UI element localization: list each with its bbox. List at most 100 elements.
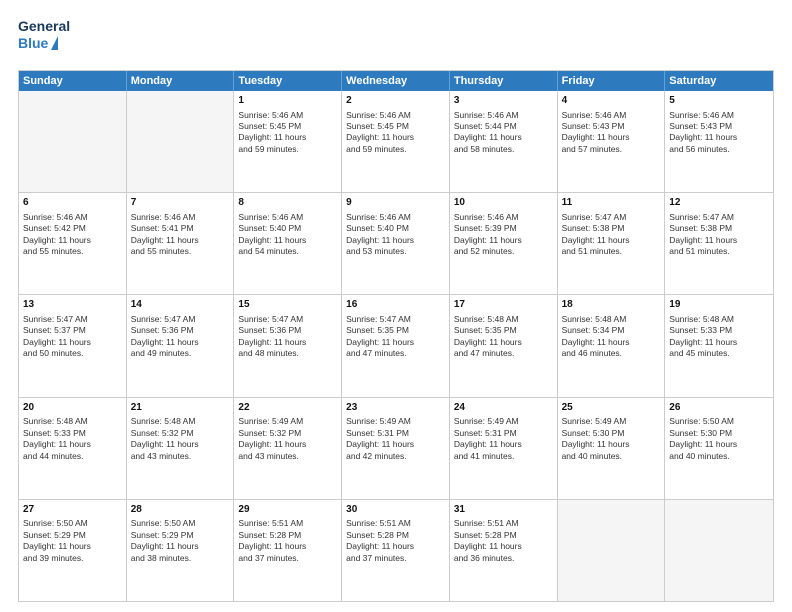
calendar-body: 1Sunrise: 5:46 AMSunset: 5:45 PMDaylight… <box>19 91 773 601</box>
day-info: and 55 minutes. <box>131 246 230 257</box>
logo: General Blue <box>18 18 70 62</box>
header: General Blue <box>18 18 774 62</box>
day-info: and 50 minutes. <box>23 348 122 359</box>
day-info: Daylight: 11 hours <box>23 541 122 552</box>
day-info: and 59 minutes. <box>238 144 337 155</box>
day-info: and 48 minutes. <box>238 348 337 359</box>
day-info: Daylight: 11 hours <box>669 337 769 348</box>
day-info: and 58 minutes. <box>454 144 553 155</box>
day-info: and 45 minutes. <box>669 348 769 359</box>
header-day: Saturday <box>665 71 773 91</box>
day-info: Daylight: 11 hours <box>454 337 553 348</box>
calendar-cell: 20Sunrise: 5:48 AMSunset: 5:33 PMDayligh… <box>19 398 127 499</box>
day-number: 25 <box>562 401 661 415</box>
day-info: and 49 minutes. <box>131 348 230 359</box>
day-info: Sunset: 5:41 PM <box>131 223 230 234</box>
header-day: Friday <box>558 71 666 91</box>
day-info: Sunset: 5:44 PM <box>454 121 553 132</box>
day-info: Sunrise: 5:48 AM <box>454 314 553 325</box>
day-info: and 47 minutes. <box>454 348 553 359</box>
day-info: Sunrise: 5:48 AM <box>23 416 122 427</box>
day-info: Sunrise: 5:49 AM <box>562 416 661 427</box>
day-number: 7 <box>131 196 230 210</box>
day-info: Sunset: 5:32 PM <box>238 428 337 439</box>
day-info: Daylight: 11 hours <box>346 439 445 450</box>
day-info: and 43 minutes. <box>131 451 230 462</box>
calendar-cell: 30Sunrise: 5:51 AMSunset: 5:28 PMDayligh… <box>342 500 450 601</box>
calendar-cell: 16Sunrise: 5:47 AMSunset: 5:35 PMDayligh… <box>342 295 450 396</box>
calendar-cell: 10Sunrise: 5:46 AMSunset: 5:39 PMDayligh… <box>450 193 558 294</box>
day-info: Daylight: 11 hours <box>23 337 122 348</box>
day-info: Sunset: 5:36 PM <box>238 325 337 336</box>
header-day: Tuesday <box>234 71 342 91</box>
day-info: Sunset: 5:34 PM <box>562 325 661 336</box>
day-info: Sunrise: 5:46 AM <box>238 212 337 223</box>
day-info: Sunrise: 5:47 AM <box>669 212 769 223</box>
day-info: Sunrise: 5:46 AM <box>454 110 553 121</box>
day-info: and 56 minutes. <box>669 144 769 155</box>
day-info: Daylight: 11 hours <box>346 235 445 246</box>
day-info: Sunrise: 5:47 AM <box>131 314 230 325</box>
day-info: Sunrise: 5:50 AM <box>131 518 230 529</box>
header-day: Sunday <box>19 71 127 91</box>
page: General Blue SundayMondayTuesdayWednesda… <box>0 0 792 612</box>
day-info: Sunset: 5:40 PM <box>238 223 337 234</box>
calendar-cell: 12Sunrise: 5:47 AMSunset: 5:38 PMDayligh… <box>665 193 773 294</box>
day-info: and 41 minutes. <box>454 451 553 462</box>
day-info: Sunset: 5:43 PM <box>562 121 661 132</box>
day-info: Sunset: 5:31 PM <box>454 428 553 439</box>
calendar-cell: 9 Sunrise: 5:46 AMSunset: 5:40 PMDaylight… <box>342 193 450 294</box>
day-info: Sunset: 5:36 PM <box>131 325 230 336</box>
day-info: Sunset: 5:39 PM <box>454 223 553 234</box>
day-info: and 55 minutes. <box>23 246 122 257</box>
day-info: Sunset: 5:30 PM <box>562 428 661 439</box>
day-info: Sunrise: 5:51 AM <box>238 518 337 529</box>
day-number: 6 <box>23 196 122 210</box>
day-number: 28 <box>131 503 230 517</box>
day-info: Daylight: 11 hours <box>346 132 445 143</box>
day-info: Daylight: 11 hours <box>238 541 337 552</box>
day-number: 10 <box>454 196 553 210</box>
day-info: Sunrise: 5:47 AM <box>346 314 445 325</box>
day-info: Sunrise: 5:46 AM <box>131 212 230 223</box>
day-info: Sunset: 5:40 PM <box>346 223 445 234</box>
day-info: Daylight: 11 hours <box>669 235 769 246</box>
day-info: Sunset: 5:32 PM <box>131 428 230 439</box>
day-info: and 46 minutes. <box>562 348 661 359</box>
day-number: 11 <box>562 196 661 210</box>
day-info: Sunset: 5:33 PM <box>23 428 122 439</box>
day-number: 9 <box>346 196 445 210</box>
day-info: and 51 minutes. <box>669 246 769 257</box>
calendar-cell: 2Sunrise: 5:46 AMSunset: 5:45 PMDaylight… <box>342 91 450 192</box>
day-info: Sunrise: 5:48 AM <box>669 314 769 325</box>
day-info: Daylight: 11 hours <box>131 541 230 552</box>
day-number: 12 <box>669 196 769 210</box>
day-info: Sunrise: 5:49 AM <box>454 416 553 427</box>
calendar-cell: 27Sunrise: 5:50 AMSunset: 5:29 PMDayligh… <box>19 500 127 601</box>
day-info: Daylight: 11 hours <box>238 132 337 143</box>
day-info: Daylight: 11 hours <box>562 337 661 348</box>
day-info: Sunrise: 5:47 AM <box>562 212 661 223</box>
day-info: Sunset: 5:43 PM <box>669 121 769 132</box>
day-info: Sunrise: 5:51 AM <box>454 518 553 529</box>
day-info: and 36 minutes. <box>454 553 553 564</box>
day-info: and 44 minutes. <box>23 451 122 462</box>
day-info: and 47 minutes. <box>346 348 445 359</box>
day-number: 21 <box>131 401 230 415</box>
calendar: SundayMondayTuesdayWednesdayThursdayFrid… <box>18 70 774 602</box>
day-info: Sunset: 5:29 PM <box>131 530 230 541</box>
calendar-week: 6Sunrise: 5:46 AMSunset: 5:42 PMDaylight… <box>19 192 773 294</box>
day-number: 13 <box>23 298 122 312</box>
day-number: 4 <box>562 94 661 108</box>
day-info: Sunrise: 5:46 AM <box>346 212 445 223</box>
day-number: 31 <box>454 503 553 517</box>
day-info: Sunset: 5:30 PM <box>669 428 769 439</box>
day-info: Sunrise: 5:47 AM <box>238 314 337 325</box>
day-number: 26 <box>669 401 769 415</box>
calendar-cell: 7Sunrise: 5:46 AMSunset: 5:41 PMDaylight… <box>127 193 235 294</box>
day-info: and 53 minutes. <box>346 246 445 257</box>
day-number: 8 <box>238 196 337 210</box>
calendar-cell: 13Sunrise: 5:47 AMSunset: 5:37 PMDayligh… <box>19 295 127 396</box>
calendar-cell <box>558 500 666 601</box>
calendar-cell: 19Sunrise: 5:48 AMSunset: 5:33 PMDayligh… <box>665 295 773 396</box>
